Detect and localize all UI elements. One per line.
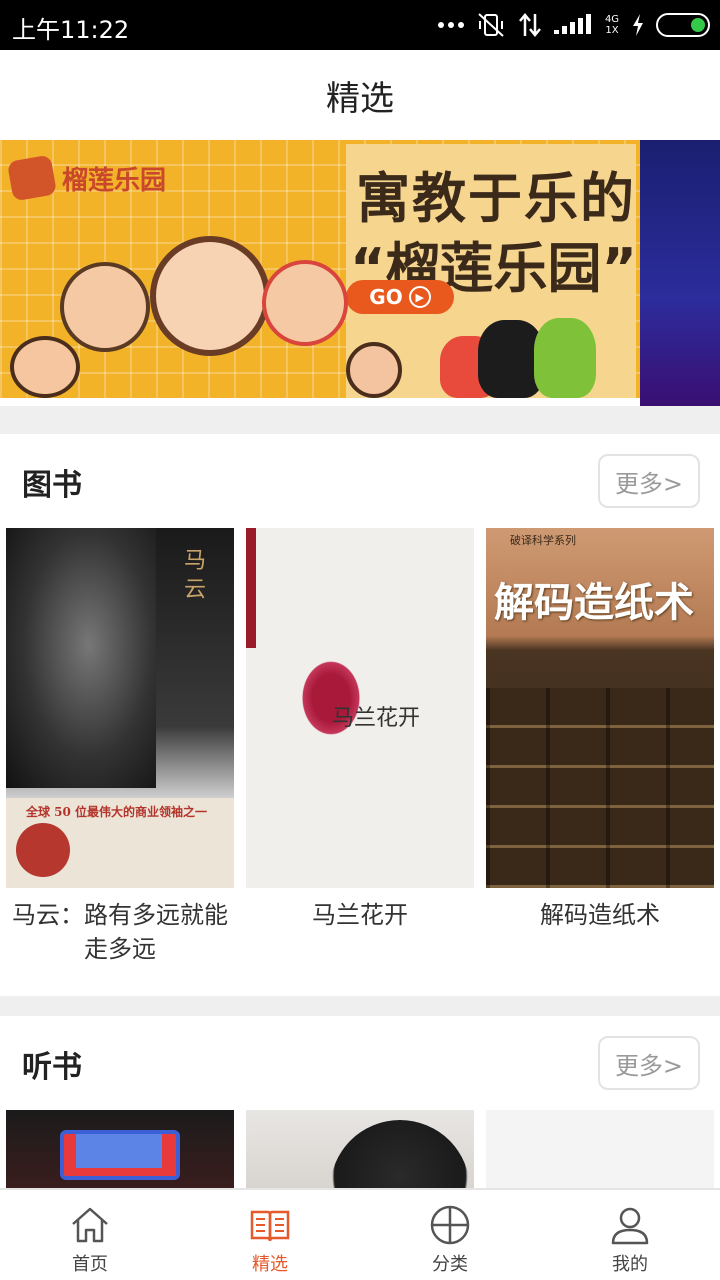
durian-logo-icon bbox=[6, 154, 58, 202]
tab-featured[interactable]: 精选 bbox=[180, 1190, 360, 1280]
go-label: GO bbox=[369, 285, 403, 309]
cover-stripe bbox=[246, 528, 256, 648]
grid-icon bbox=[430, 1205, 470, 1245]
book-cover-malanhuakai[interactable]: 马兰花开 bbox=[246, 528, 474, 888]
tab-label: 首页 bbox=[72, 1254, 108, 1275]
portrait-image bbox=[330, 1120, 470, 1188]
banner-slide[interactable]: 榴莲乐园 寓教于乐的 “榴莲乐园” GO ▶ bbox=[0, 140, 640, 398]
tab-label: 我的 bbox=[612, 1254, 648, 1275]
cartoon-kid-illustration bbox=[10, 336, 80, 398]
home-icon bbox=[72, 1207, 108, 1243]
seal-badge bbox=[16, 823, 70, 877]
cover-series: 破译科学系列 bbox=[510, 534, 576, 547]
book-open-icon bbox=[250, 1210, 290, 1242]
status-time: 上午11:22 bbox=[12, 16, 130, 44]
books-more-button[interactable]: 更多> bbox=[598, 454, 700, 508]
books-section-title: 图书 bbox=[22, 468, 82, 503]
bottom-tab-bar: 首页 精选 分类 我的 bbox=[0, 1188, 720, 1280]
status-bar: 上午11:22 4G 1X bbox=[0, 0, 720, 50]
book-cover-mayun[interactable]: 马 云 全球 50 位最伟大的商业领袖之一 bbox=[6, 528, 234, 888]
battery-icon bbox=[656, 13, 710, 37]
audio-more-button[interactable]: 更多> bbox=[598, 1036, 700, 1090]
tab-profile[interactable]: 我的 bbox=[540, 1190, 720, 1280]
section-divider bbox=[0, 996, 720, 1016]
user-icon bbox=[611, 1207, 649, 1245]
page-header: 精选 bbox=[0, 50, 720, 140]
banner-slogan-line1: 寓教于乐的 bbox=[356, 167, 636, 230]
cartoon-kid-illustration bbox=[60, 262, 150, 352]
banner-go-button[interactable]: GO ▶ bbox=[346, 280, 454, 314]
banner-carousel[interactable]: 榴莲乐园 寓教于乐的 “榴莲乐园” GO ▶ bbox=[0, 140, 720, 406]
cover-text: 解码造纸术 bbox=[494, 579, 694, 626]
signal-icon bbox=[554, 14, 591, 34]
cartoon-girl-illustration bbox=[150, 236, 270, 356]
network-type-label: 4G 1X bbox=[604, 14, 620, 36]
portrait-image bbox=[6, 528, 156, 788]
data-transfer-icon bbox=[519, 13, 541, 37]
bookshelf-image bbox=[486, 688, 714, 888]
banner-logo: 榴莲乐园 bbox=[6, 154, 167, 202]
tab-home[interactable]: 首页 bbox=[0, 1190, 180, 1280]
vibrate-off-icon bbox=[478, 13, 504, 37]
page-title: 精选 bbox=[326, 78, 394, 119]
cartoon-kid-illustration bbox=[262, 260, 348, 346]
cartoon-durian-illustration bbox=[534, 318, 596, 398]
tab-label: 精选 bbox=[252, 1254, 288, 1275]
charging-icon bbox=[633, 14, 643, 36]
cover-text: 马兰花开 bbox=[332, 706, 421, 731]
banner-logo-text: 榴莲乐园 bbox=[62, 165, 167, 196]
more-dots-icon bbox=[438, 22, 464, 28]
status-icons: 4G 1X bbox=[438, 12, 710, 38]
audio-section-title: 听书 bbox=[22, 1050, 82, 1085]
tab-categories[interactable]: 分类 bbox=[360, 1190, 540, 1280]
cartoon-kid-illustration bbox=[346, 342, 402, 398]
section-divider bbox=[0, 406, 720, 434]
play-arrow-icon: ▶ bbox=[408, 286, 431, 308]
cover-art bbox=[76, 1134, 162, 1168]
book-title[interactable]: 解码造纸术 bbox=[483, 898, 717, 932]
banner-next-slide-peek[interactable] bbox=[640, 140, 720, 406]
book-title[interactable]: 马兰花开 bbox=[243, 898, 477, 932]
cover-text: 马 云 bbox=[180, 548, 205, 599]
tab-label: 分类 bbox=[432, 1254, 468, 1275]
audiobook-cover[interactable] bbox=[246, 1110, 474, 1188]
audiobook-cover[interactable] bbox=[6, 1110, 234, 1188]
book-title[interactable]: 马云：路有多远就能走多远 bbox=[3, 898, 237, 966]
cover-tagline: 全球 50 位最伟大的商业领袖之一 bbox=[26, 805, 208, 819]
audiobook-cover[interactable] bbox=[486, 1110, 714, 1188]
book-cover-papermaking[interactable]: 破译科学系列 解码造纸术 bbox=[486, 528, 714, 888]
